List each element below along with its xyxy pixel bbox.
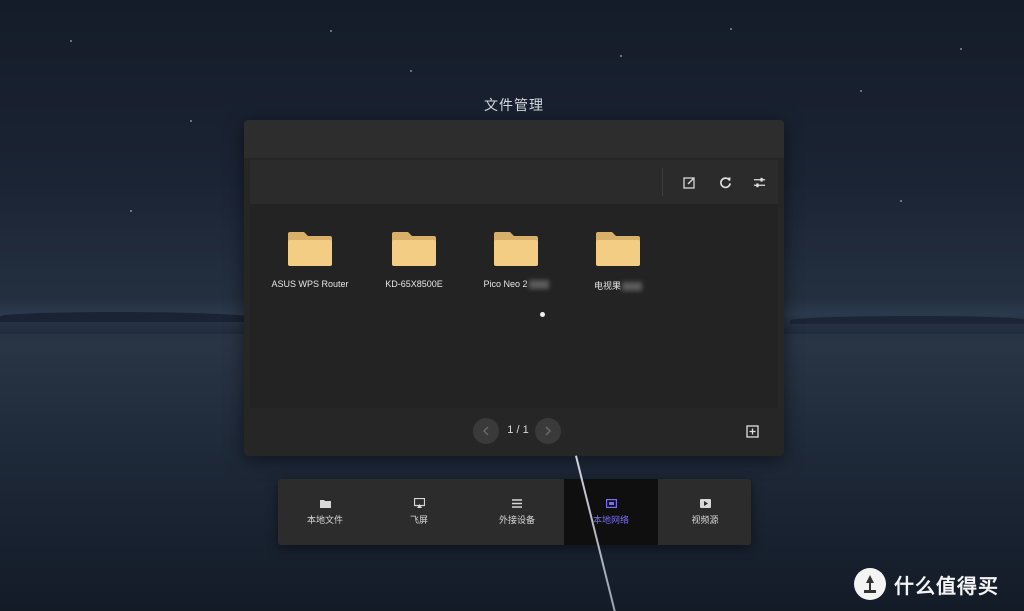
watermark-logo bbox=[854, 568, 886, 600]
cast-icon bbox=[413, 498, 425, 508]
dock-label: 外接设备 bbox=[498, 514, 535, 525]
folder-name: 电视果 bbox=[593, 281, 621, 291]
dock-label: 本地网络 bbox=[592, 514, 629, 525]
filter-button[interactable] bbox=[746, 170, 772, 194]
dock-label: 视频源 bbox=[691, 514, 719, 525]
value-logo-icon bbox=[864, 575, 876, 593]
folder-item[interactable]: Pico Neo 2 bbox=[470, 230, 562, 300]
refresh-icon bbox=[719, 176, 731, 188]
redacted-text bbox=[528, 280, 549, 290]
folder-name-wrap: 电视果 bbox=[572, 279, 664, 292]
folder-icon bbox=[494, 232, 538, 266]
dock-item-fly-screen[interactable]: 飞屏 bbox=[372, 479, 466, 545]
pagination: 1 / 1 bbox=[244, 416, 784, 448]
prev-page-button[interactable] bbox=[473, 418, 499, 444]
dock-item-local-files[interactable]: 本地文件 bbox=[278, 479, 372, 545]
dock-label: 飞屏 bbox=[409, 515, 428, 525]
distant-land-left bbox=[0, 312, 250, 322]
folder-item[interactable]: ASUS WPS Router bbox=[264, 230, 356, 300]
folder-name-wrap: Pico Neo 2 bbox=[470, 279, 562, 290]
watermark: 什么值得买 bbox=[854, 566, 999, 602]
dock-item-video-source[interactable]: 视频源 bbox=[658, 479, 751, 545]
file-grid: ASUS WPS Router KD-65X8500E Pico Neo 2 电… bbox=[250, 204, 778, 408]
play-icon bbox=[699, 498, 711, 508]
next-page-button[interactable] bbox=[535, 418, 561, 444]
cursor-dot bbox=[540, 312, 545, 317]
add-button[interactable] bbox=[744, 423, 760, 439]
watermark-text: 什么值得买 bbox=[894, 575, 999, 598]
folder-icon bbox=[392, 232, 436, 266]
panel-header bbox=[244, 120, 784, 158]
refresh-button[interactable] bbox=[712, 170, 738, 194]
bottom-dock: 本地文件 飞屏 外接设备 本地网络 视频源 bbox=[278, 479, 751, 545]
edit-icon bbox=[682, 176, 695, 189]
page-indicator: 1 / 1 bbox=[507, 424, 529, 436]
window-title: 文件管理 bbox=[484, 97, 544, 113]
distant-land-right bbox=[790, 316, 1024, 324]
add-square-icon bbox=[745, 424, 759, 438]
toolbar bbox=[250, 160, 778, 204]
folder-icon bbox=[596, 232, 640, 266]
chevron-left-icon bbox=[483, 426, 489, 436]
settings-sliders-icon bbox=[753, 177, 765, 187]
toolbar-divider bbox=[662, 168, 663, 196]
dock-item-local-network[interactable]: 本地网络 bbox=[564, 479, 658, 545]
list-icon bbox=[512, 498, 522, 508]
folder-icon bbox=[288, 232, 332, 266]
folder-icon bbox=[319, 499, 331, 508]
folder-item[interactable]: KD-65X8500E bbox=[368, 230, 460, 300]
dock-label: 本地文件 bbox=[306, 514, 343, 525]
network-icon bbox=[605, 498, 617, 508]
redacted-text bbox=[622, 282, 642, 292]
file-manager-panel: ASUS WPS Router KD-65X8500E Pico Neo 2 电… bbox=[244, 120, 784, 456]
edit-button[interactable] bbox=[676, 170, 702, 194]
dock-item-external-devices[interactable]: 外接设备 bbox=[470, 479, 564, 545]
folder-name: KD-65X8500E bbox=[385, 279, 443, 289]
folder-item[interactable]: 电视果 bbox=[572, 230, 664, 300]
folder-name: Pico Neo 2 bbox=[483, 279, 528, 289]
folder-name: ASUS WPS Router bbox=[271, 279, 349, 289]
chevron-right-icon bbox=[545, 426, 551, 436]
